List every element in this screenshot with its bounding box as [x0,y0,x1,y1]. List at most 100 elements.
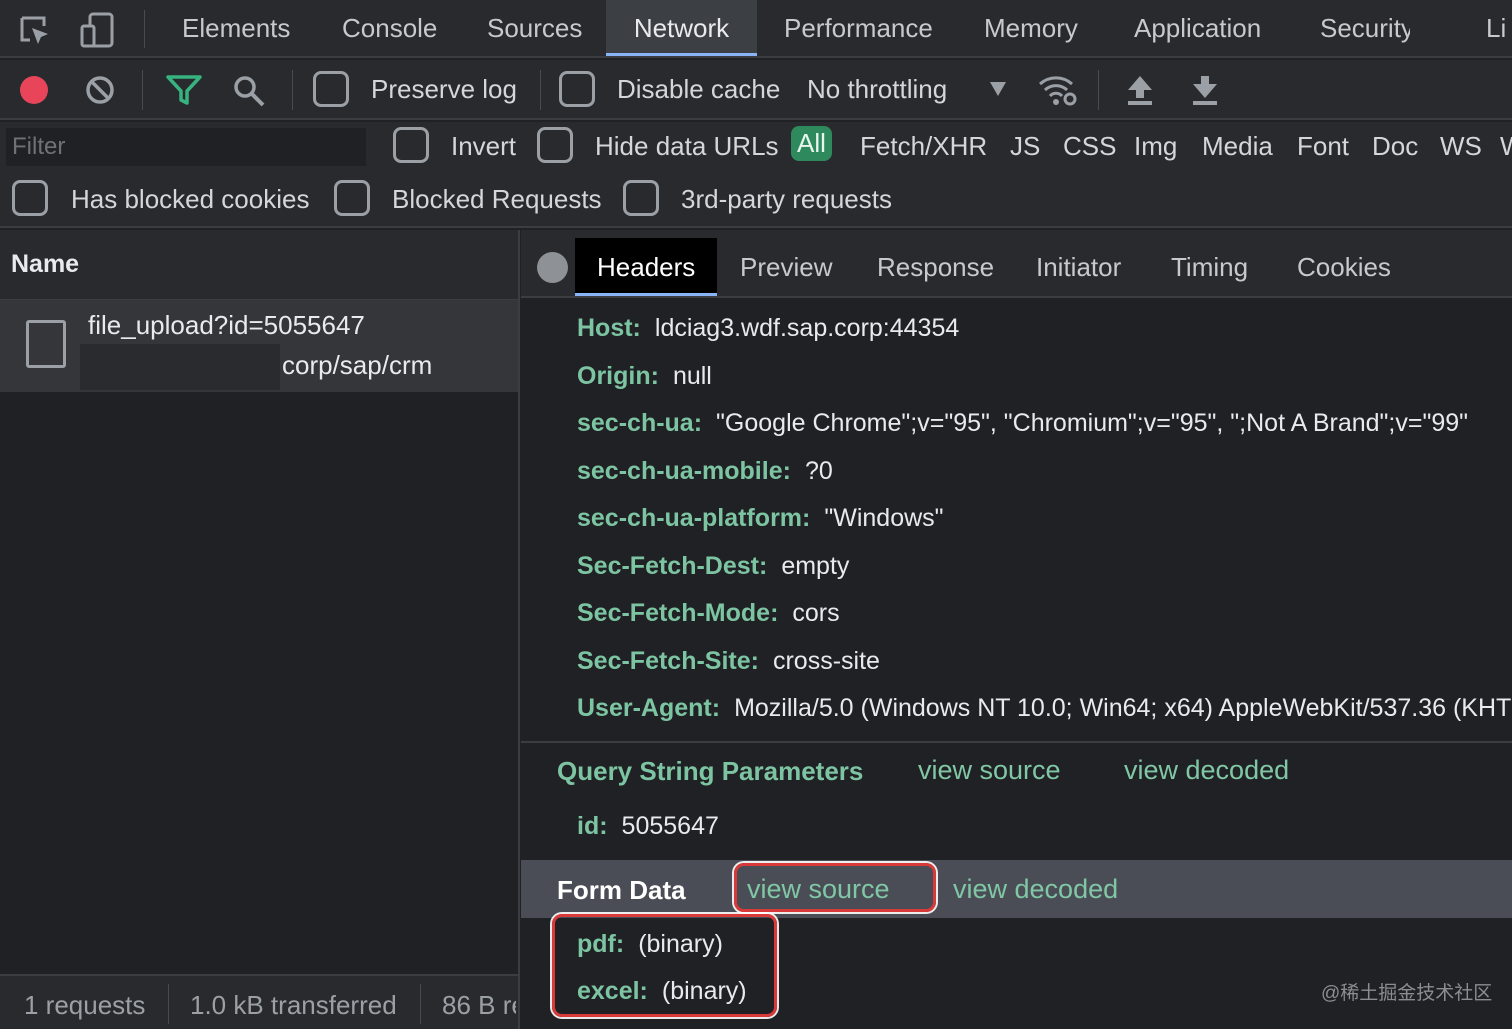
header-row: User-Agent: Mozilla/5.0 (Windows NT 10.0;… [577,688,1512,728]
type-filter-wasm[interactable]: W [1500,131,1512,162]
import-har-icon[interactable] [1126,74,1154,106]
header-row: sec-ch-ua-platform: "Windows" [577,498,944,538]
document-icon [26,320,66,368]
name-column-header[interactable]: Name [0,230,518,300]
header-row: Sec-Fetch-Dest: empty [577,546,849,586]
divider [142,70,143,110]
tab-console[interactable]: Console [342,0,437,56]
header-value: Mozilla/5.0 (Windows NT 10.0; Win64; x64… [734,693,1512,722]
header-name: Origin: [577,361,659,390]
param-name: excel: [577,976,648,1005]
dropdown-arrow-icon[interactable] [990,82,1006,96]
has-blocked-cookies-checkbox[interactable] [12,180,48,216]
third-party-checkbox[interactable] [623,180,659,216]
devtools-tab-bar: Elements Console Sources Network Perform… [0,0,1512,58]
tab-elements[interactable]: Elements [182,0,290,56]
tab-preview[interactable]: Preview [740,238,832,296]
request-count: 1 requests [24,990,146,1020]
blocked-requests-checkbox[interactable] [334,180,370,216]
tab-memory[interactable]: Memory [984,0,1078,56]
header-value: ldciag3.wdf.sap.corp:44354 [654,313,960,342]
type-filter-media[interactable]: Media [1202,131,1273,162]
type-filter-font[interactable]: Font [1297,131,1349,162]
summary-bar: 1 requests 1.0 kB transferred 86 B re [0,974,518,1029]
type-filter-fetch-xhr[interactable]: Fetch/XHR [860,131,987,162]
tab-headers[interactable]: Headers [575,238,718,296]
tab-response[interactable]: Response [877,238,994,296]
tab-cookies[interactable]: Cookies [1297,238,1391,296]
filter-input[interactable] [6,128,366,166]
export-har-icon[interactable] [1191,74,1219,106]
query-string-title[interactable]: Query String Parameters [557,756,863,787]
tab-security[interactable]: Security [1320,0,1410,56]
form-data-header[interactable]: Form Data view source view decoded [521,860,1512,918]
param-value: 5055647 [621,811,719,840]
invert-label: Invert [451,131,517,161]
tab-label: Performance [784,12,933,43]
name-column-label: Name [11,250,80,278]
tab-label: Headers [597,251,696,282]
tab-network[interactable]: Network [606,0,757,56]
tab-label: Initiator [1036,251,1122,282]
query-view-source-link[interactable]: view source [918,755,1061,786]
tab-label: Sources [487,12,583,43]
type-filter-all[interactable]: All [791,126,832,161]
resources-size: 86 B re [442,990,516,1020]
preserve-log-label: Preserve log [371,74,517,104]
disable-cache-label: Disable cache [617,74,781,104]
inspect-element-icon[interactable] [18,14,52,48]
header-name: Sec-Fetch-Site: [577,646,759,675]
header-name: Sec-Fetch-Dest: [577,551,768,580]
tab-label: Timing [1171,251,1249,282]
device-toolbar-icon[interactable] [80,12,116,48]
header-row: Host: ldciag3.wdf.sap.corp:44354 [577,308,959,348]
tab-label: Cookies [1297,251,1391,282]
divider [1098,70,1099,110]
hide-data-urls-label: Hide data URLs [595,131,779,161]
query-view-decoded-link[interactable]: view decoded [1124,755,1289,786]
section-divider [521,741,1512,743]
record-icon[interactable] [20,76,48,104]
throttling-select[interactable]: No throttling [807,74,947,105]
type-filter-img[interactable]: Img [1134,131,1177,162]
form-data-title: Form Data [557,875,686,905]
clear-icon[interactable] [84,74,116,106]
header-value: null [672,361,712,390]
details-close-icon[interactable] [537,252,568,283]
blocked-requests-label: Blocked Requests [392,184,602,214]
tab-application[interactable]: Application [1134,0,1261,56]
header-value: empty [781,551,850,580]
request-row[interactable]: file_upload?id=5055647 corp/sap/crm [0,300,518,392]
network-conditions-icon[interactable] [1038,72,1078,108]
divider [168,984,169,1024]
filter-icon[interactable] [166,74,202,106]
preserve-log-checkbox[interactable] [313,71,349,107]
hide-data-urls-checkbox[interactable] [537,127,573,163]
type-filter-css[interactable]: CSS [1063,131,1116,162]
tab-label: Li [1486,12,1507,43]
has-blocked-cookies-label: Has blocked cookies [71,184,310,214]
invert-checkbox[interactable] [393,127,429,163]
divider [540,70,541,110]
type-filter-ws[interactable]: WS [1440,131,1482,162]
network-toolbar: Preserve log Disable cache No throttling [0,60,1512,120]
form-view-decoded-link[interactable]: view decoded [953,874,1118,905]
redacted-area [80,344,280,390]
tab-label: Application [1134,12,1262,43]
type-filter-doc[interactable]: Doc [1372,131,1418,162]
disable-cache-checkbox[interactable] [559,71,595,107]
type-filter-js[interactable]: JS [1010,131,1040,162]
tab-performance[interactable]: Performance [784,0,934,56]
tab-lighthouse[interactable]: Li [1486,0,1512,56]
request-details: Headers Preview Response Initiator Timin… [521,230,1512,1029]
divider [420,984,421,1024]
header-value: "Windows" [824,503,944,532]
search-icon[interactable] [232,74,266,108]
tab-initiator[interactable]: Initiator [1036,238,1121,296]
tab-label: Memory [984,12,1078,43]
form-param-row: excel: (binary) [577,971,747,1011]
tab-sources[interactable]: Sources [487,0,583,56]
divider [144,10,145,48]
tab-timing[interactable]: Timing [1171,238,1248,296]
form-view-source-link[interactable]: view source [747,874,890,905]
